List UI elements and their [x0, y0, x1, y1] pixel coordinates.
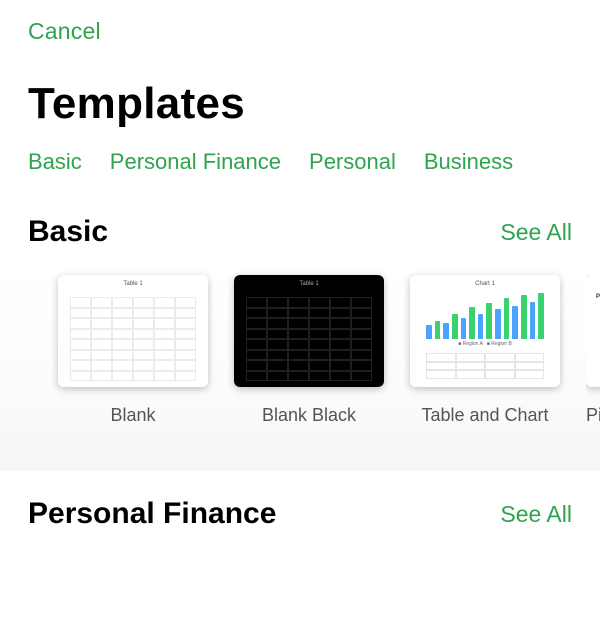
template-blank[interactable]: Table 1 Blank: [58, 275, 208, 426]
section-title-basic: Basic: [28, 215, 108, 249]
template-blank-black[interactable]: Table 1 Blank Black: [234, 275, 384, 426]
template-row-basic[interactable]: Table 1 Blank Table 1 Blank Black Chart …: [0, 249, 600, 471]
tab-basic[interactable]: Basic: [28, 149, 82, 175]
template-pivot[interactable]: Pivot Ta Piv: [586, 275, 600, 426]
template-thumb-blank: Table 1: [58, 275, 208, 387]
page-title: Templates: [0, 45, 600, 129]
section-header-basic: Basic See All: [0, 175, 600, 249]
template-label: Table and Chart: [421, 405, 548, 426]
template-table-and-chart[interactable]: Chart 1 ■ Region A ■ Region B Table and …: [410, 275, 560, 426]
cancel-button[interactable]: Cancel: [0, 0, 600, 45]
template-label: Piv: [586, 405, 600, 426]
section-title-personal-finance: Personal Finance: [28, 497, 276, 531]
tab-business[interactable]: Business: [424, 149, 513, 175]
template-label: Blank: [110, 405, 155, 426]
template-thumb-blank-black: Table 1: [234, 275, 384, 387]
tab-personal-finance[interactable]: Personal Finance: [110, 149, 281, 175]
see-all-personal-finance[interactable]: See All: [500, 501, 572, 528]
see-all-basic[interactable]: See All: [500, 219, 572, 246]
tab-personal[interactable]: Personal: [309, 149, 396, 175]
template-thumb-table-and-chart: Chart 1 ■ Region A ■ Region B: [410, 275, 560, 387]
category-tabs: Basic Personal Finance Personal Business: [0, 129, 600, 175]
template-label: Blank Black: [262, 405, 356, 426]
section-header-personal-finance: Personal Finance See All: [0, 471, 600, 531]
template-thumb-pivot: Pivot Ta: [586, 275, 600, 387]
